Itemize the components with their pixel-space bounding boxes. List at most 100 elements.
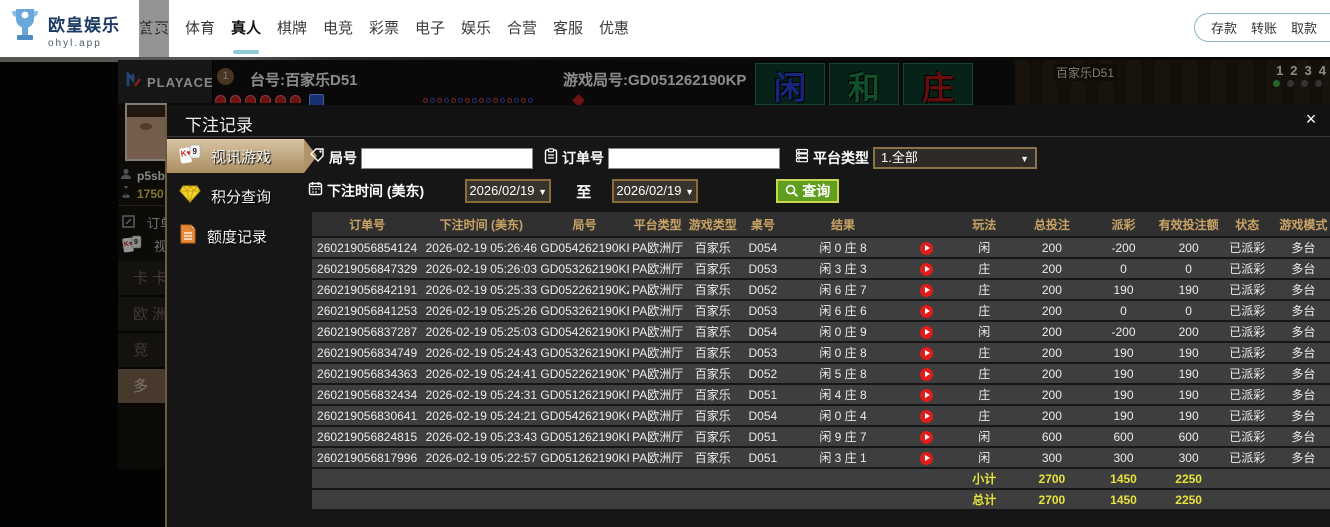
cell-payout: 190 (1089, 406, 1157, 425)
nav-item-客服[interactable]: 客服 (553, 0, 583, 57)
query-button[interactable]: 查询 (776, 179, 839, 203)
subtotal-row: 小计270014502250 (312, 469, 1330, 488)
nav-item-电子[interactable]: 电子 (415, 0, 445, 57)
cell-status: 已派彩 (1220, 238, 1275, 257)
cell-table: D054 (739, 238, 787, 257)
filter-row-1: 局号 订单号 平台类型 1.全部 ▼ (310, 147, 1037, 169)
nav-item-合营[interactable]: 合营 (507, 0, 537, 57)
trophy-logo-icon (8, 6, 42, 53)
cell-platform: PA欧洲厅 (629, 385, 687, 404)
chevron-down-icon: ▼ (1020, 150, 1029, 168)
cell-order: 260219056817996 (312, 448, 422, 467)
replay-play-button[interactable] (920, 284, 933, 297)
cell-mode: 多台 (1275, 406, 1330, 425)
date-from-picker[interactable]: 2026/02/19 ▼ (465, 179, 551, 203)
totals-cell (540, 490, 628, 509)
round-input[interactable] (361, 148, 533, 169)
modal-tab-额度记录[interactable]: 额度记录 (167, 219, 304, 253)
brand-title: 欧皇娱乐 (48, 11, 120, 36)
totals-cell (312, 490, 422, 509)
cell-mode: 多台 (1275, 385, 1330, 404)
column-header: 局号 (540, 212, 628, 236)
bet-zone-庄[interactable]: 庄 (903, 63, 973, 105)
nav-item-真人[interactable]: 真人 (231, 0, 261, 57)
replay-play-button[interactable] (920, 452, 933, 465)
totals-cell: 2700 (1014, 469, 1089, 488)
wallet-action-取款[interactable]: 取款 (1291, 18, 1317, 37)
replay-play-button[interactable] (920, 389, 933, 402)
site-logo[interactable]: 欧皇娱乐 ohyl.app (8, 6, 120, 53)
cell-order: 260219056841253 (312, 301, 422, 320)
replay-play-button[interactable] (920, 431, 933, 444)
video-camera-tabs: 1234 (1269, 63, 1326, 78)
modal-tab-积分查询[interactable]: 积分查询 (167, 179, 304, 213)
column-header: 状态 (1220, 212, 1275, 236)
camera-tab-2[interactable]: 2 (1290, 63, 1297, 78)
cell-side: 闲 (954, 448, 1014, 467)
nav-item-优惠[interactable]: 优惠 (599, 0, 629, 57)
wallet-action-转账[interactable]: 转账 (1251, 18, 1277, 37)
search-icon (785, 184, 799, 198)
totals-cell: 小计 (954, 469, 1014, 488)
cell-result: 闲 3 庄 1 (787, 448, 899, 467)
date-to-picker[interactable]: 2026/02/19 ▼ (612, 179, 698, 203)
cell-table: D051 (739, 385, 787, 404)
table-row: 2602190568541242026-02-19 05:26:46GD0542… (312, 238, 1330, 257)
nav-item-首页[interactable]: 首页 (139, 0, 169, 57)
nav-item-娱乐[interactable]: 娱乐 (461, 0, 491, 57)
cell-mode: 多台 (1275, 238, 1330, 257)
game-header-bar: PLAYACE 1 台号:百家乐D51 游戏局号:GD051262190KP 闲… (118, 60, 1330, 105)
nav-item-体育[interactable]: 体育 (185, 0, 215, 57)
column-header: 派彩 (1089, 212, 1157, 236)
dealer-video: 百家乐D51 1234 (1015, 60, 1330, 105)
nav-item-棋牌[interactable]: 棋牌 (277, 0, 307, 57)
wallet-action-存款[interactable]: 存款 (1211, 18, 1237, 37)
cell-payout: -200 (1089, 238, 1157, 257)
cell-status: 已派彩 (1220, 364, 1275, 383)
replay-play-button[interactable] (920, 326, 933, 339)
column-header: 平台类型 (629, 212, 687, 236)
cell-order: 260219056830641 (312, 406, 422, 425)
cell-game: 百家乐 (687, 301, 739, 320)
cell-platform: PA欧洲厅 (629, 322, 687, 341)
replay-play-button[interactable] (920, 347, 933, 360)
replay-play-button[interactable] (920, 410, 933, 423)
cell-result: 闲 0 庄 4 (787, 406, 899, 425)
totals-cell (899, 490, 954, 509)
replay-play-button[interactable] (920, 263, 933, 276)
order-input[interactable] (608, 148, 780, 169)
camera-tab-1[interactable]: 1 (1276, 63, 1283, 78)
cell-table: D054 (739, 322, 787, 341)
table-row: 2602190568372872026-02-19 05:25:03GD0542… (312, 322, 1330, 341)
close-icon[interactable]: × (1300, 109, 1322, 130)
camera-dot (1287, 80, 1294, 87)
nav-item-电竞[interactable]: 电竞 (323, 0, 353, 57)
modal-tab-list: K♥9视讯游戏积分查询额度记录 (167, 139, 304, 259)
platform-select[interactable]: 1.全部 ▼ (873, 147, 1037, 169)
nav-item-彩票[interactable]: 彩票 (369, 0, 399, 57)
cell-round: GD051262190KM (540, 385, 628, 404)
camera-tab-3[interactable]: 3 (1305, 63, 1312, 78)
user-avatar[interactable] (125, 103, 167, 161)
cell-payout: 190 (1089, 364, 1157, 383)
totals-cell (1220, 469, 1275, 488)
bead-dot (451, 98, 456, 103)
replay-play-button[interactable] (920, 305, 933, 318)
modal-tab-视讯游戏[interactable]: K♥9视讯游戏 (167, 139, 304, 173)
cell-order: 260219056834749 (312, 343, 422, 362)
cell-order: 260219056834363 (312, 364, 422, 383)
date-range-to-label: 至 (576, 181, 591, 202)
cell-round: GD051262190KK (540, 448, 628, 467)
cell-status: 已派彩 (1220, 259, 1275, 278)
bet-records-modal: 下注记录 × K♥9视讯游戏积分查询额度记录 局号 订单号 平台类型 1.全部 … (165, 105, 1330, 527)
cell-play (899, 385, 954, 404)
replay-play-button[interactable] (920, 242, 933, 255)
replay-play-button[interactable] (920, 368, 933, 381)
bet-zone-闲[interactable]: 闲 (755, 63, 825, 105)
camera-tab-4[interactable]: 4 (1319, 63, 1326, 78)
cell-game: 百家乐 (687, 448, 739, 467)
cell-side: 庄 (954, 385, 1014, 404)
cell-play (899, 343, 954, 362)
user-icon (120, 167, 132, 185)
bet-zone-和[interactable]: 和 (829, 63, 899, 105)
